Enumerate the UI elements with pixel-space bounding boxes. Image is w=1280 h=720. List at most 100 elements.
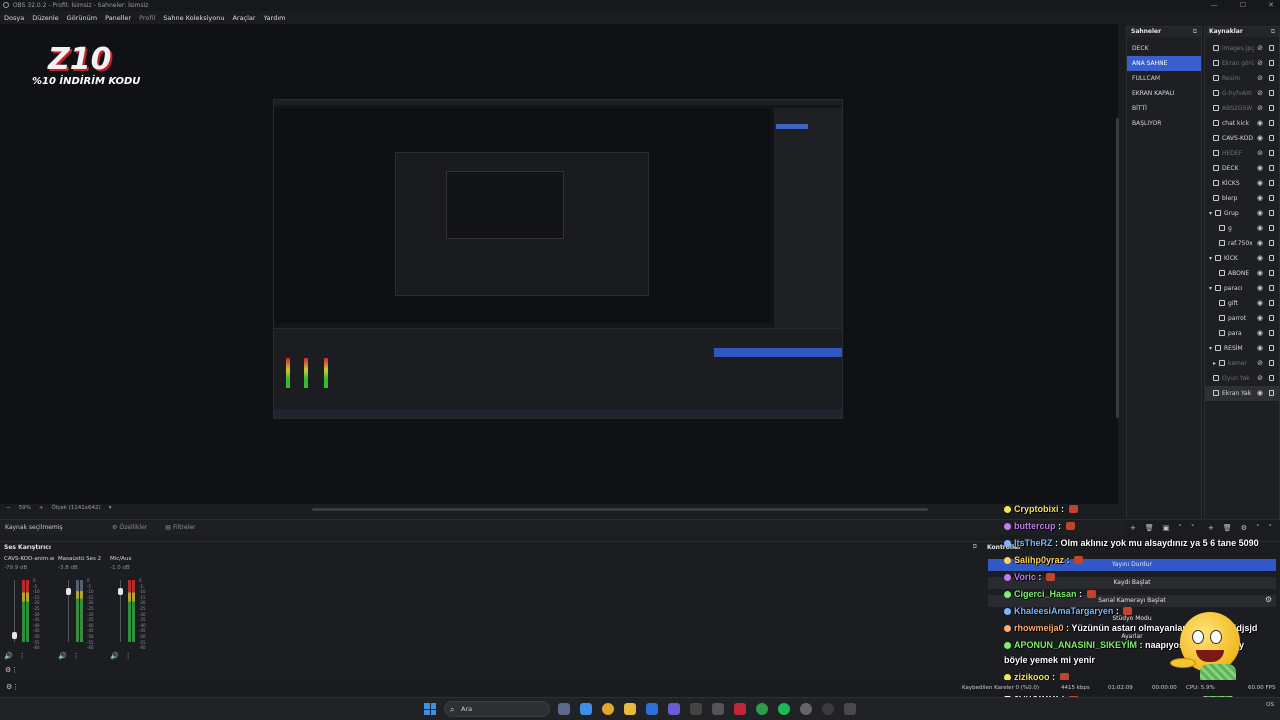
eye-icon[interactable]: ◉ — [1257, 206, 1263, 221]
eye-icon[interactable]: ◉ — [1257, 131, 1263, 146]
kebab-menu-icon[interactable]: ⋮ — [19, 652, 26, 660]
eye-off-icon[interactable]: ⊘ — [1257, 146, 1263, 161]
scene-item-bitti[interactable]: BİTTİ — [1127, 101, 1201, 116]
close-icon[interactable]: ✕ — [1268, 0, 1274, 11]
source-item[interactable]: ▾ paracı ◉ — [1205, 281, 1279, 296]
undock-icon[interactable]: ⧉ — [1271, 27, 1275, 37]
lock-icon[interactable] — [1269, 135, 1274, 141]
filter-icon[interactable]: ▣ — [1163, 524, 1170, 532]
source-item[interactable]: ▾ Grup ◉ — [1205, 206, 1279, 221]
undock-icon[interactable]: ⧉ — [1193, 27, 1197, 37]
speaker-icon[interactable]: 🔊 — [4, 652, 13, 660]
source-item[interactable]: HEDEF ⊘ — [1205, 146, 1279, 161]
lock-icon[interactable] — [1269, 180, 1274, 186]
menu-scene-collection[interactable]: Sahne Koleksiyonu — [163, 12, 224, 24]
source-item[interactable]: images.jpg ⊘ — [1205, 41, 1279, 56]
eye-icon[interactable]: ◉ — [1257, 221, 1263, 236]
lock-icon[interactable] — [1269, 270, 1274, 276]
eye-off-icon[interactable]: ⊘ — [1257, 101, 1263, 116]
system-tray[interactable]: OS — [1266, 701, 1274, 709]
eye-off-icon[interactable]: ⊘ — [1257, 371, 1263, 386]
lock-icon[interactable] — [1269, 150, 1274, 156]
source-item[interactable]: chat kick ◉ — [1205, 116, 1279, 131]
app-icon[interactable] — [690, 703, 702, 715]
minimize-icon[interactable]: — — [1211, 0, 1218, 11]
menu-docks[interactable]: Paneller — [105, 12, 131, 24]
mixer-gear-icon[interactable]: ⚙⋮ — [5, 666, 18, 674]
scene-item-deck[interactable]: DECK — [1127, 41, 1201, 56]
source-item[interactable]: Resim ⊘ — [1205, 71, 1279, 86]
lock-icon[interactable] — [1269, 240, 1274, 246]
eye-off-icon[interactable]: ⊘ — [1257, 56, 1263, 71]
eye-icon[interactable]: ◉ — [1257, 296, 1263, 311]
taskbar-search[interactable]: ⌕ Ara — [444, 701, 550, 717]
whatsapp-icon[interactable] — [756, 703, 768, 715]
menu-file[interactable]: Dosya — [4, 12, 24, 24]
source-item[interactable]: KİCKS ◉ — [1205, 176, 1279, 191]
eye-icon[interactable]: ◉ — [1257, 281, 1263, 296]
scene-item-basliyor[interactable]: BAŞLIYOR — [1127, 116, 1201, 131]
lock-icon[interactable] — [1269, 315, 1274, 321]
source-item[interactable]: ABONE ◉ — [1205, 266, 1279, 281]
eye-icon[interactable]: ◉ — [1257, 311, 1263, 326]
lock-icon[interactable] — [1269, 285, 1274, 291]
lock-icon[interactable] — [1269, 45, 1274, 51]
chevron-down-icon[interactable]: ▾ — [1209, 206, 1212, 221]
eye-icon[interactable]: ◉ — [1257, 236, 1263, 251]
speaker-icon[interactable]: 🔊 — [58, 652, 67, 660]
lock-icon[interactable] — [1269, 375, 1274, 381]
source-item[interactable]: raf.750x ◉ — [1205, 236, 1279, 251]
volume-fader-handle[interactable] — [12, 632, 17, 639]
eye-icon[interactable]: ◉ — [1257, 176, 1263, 191]
gear-icon[interactable]: ⚙ — [1265, 595, 1272, 604]
source-item[interactable]: ▸ kamer ⊘ — [1205, 356, 1279, 371]
lock-icon[interactable] — [1269, 300, 1274, 306]
move-down-icon[interactable]: ˅ — [1191, 524, 1195, 532]
source-item[interactable]: CAVS-KOD ◉ — [1205, 131, 1279, 146]
scale-label[interactable]: Ölçek (1141x642) — [51, 505, 100, 511]
source-item[interactable]: DECK ◉ — [1205, 161, 1279, 176]
source-item[interactable]: ▾ RESİM ◉ — [1205, 341, 1279, 356]
app-icon[interactable] — [800, 703, 812, 715]
stop-stream-button[interactable]: Yayını Durdur — [988, 559, 1276, 571]
task-view-icon[interactable] — [558, 703, 570, 715]
gear-icon[interactable]: ⚙ — [1241, 524, 1247, 532]
spotify-icon[interactable] — [778, 703, 790, 715]
windows-start-icon[interactable] — [424, 703, 436, 715]
app-icon[interactable] — [712, 703, 724, 715]
lock-icon[interactable] — [1269, 195, 1274, 201]
move-up-icon[interactable]: ˄ — [1256, 524, 1260, 532]
menu-edit[interactable]: Düzenle — [32, 12, 58, 24]
zoom-in-button[interactable]: + — [39, 505, 44, 511]
chevron-down-icon[interactable]: ▾ — [1209, 281, 1212, 296]
volume-fader-handle[interactable] — [66, 588, 71, 595]
add-source-icon[interactable]: + — [1208, 524, 1214, 532]
source-item[interactable]: Ekran Yak ◉ — [1205, 386, 1279, 401]
lock-icon[interactable] — [1269, 75, 1274, 81]
eye-icon[interactable]: ◉ — [1257, 116, 1263, 131]
chevron-down-icon[interactable]: ▾ — [109, 505, 112, 511]
lock-icon[interactable] — [1269, 120, 1274, 126]
eye-off-icon[interactable]: ⊘ — [1257, 356, 1263, 371]
zoom-out-button[interactable]: − — [6, 505, 11, 511]
source-item[interactable]: blerp ◉ — [1205, 191, 1279, 206]
eye-icon[interactable]: ◉ — [1257, 191, 1263, 206]
filters-button[interactable]: ▤ Filtreler — [165, 524, 195, 531]
source-item[interactable]: G-hyfvAXI ⊘ — [1205, 86, 1279, 101]
source-item[interactable]: ABS2GSW ⊘ — [1205, 101, 1279, 116]
add-scene-icon[interactable]: + — [1130, 524, 1136, 532]
kebab-menu-icon[interactable]: ⋮ — [125, 652, 132, 660]
eye-icon[interactable]: ◉ — [1257, 341, 1263, 356]
lock-icon[interactable] — [1269, 360, 1274, 366]
edge-icon[interactable] — [646, 703, 658, 715]
scene-item-fullcam[interactable]: FULLCAM — [1127, 71, 1201, 86]
volume-fader-handle[interactable] — [118, 588, 123, 595]
obs-icon[interactable] — [822, 703, 834, 715]
preview-horizontal-scrollbar[interactable] — [312, 508, 928, 511]
lock-icon[interactable] — [1269, 345, 1274, 351]
scene-item-ana-sahne[interactable]: ANA SAHNE — [1127, 56, 1201, 71]
eye-icon[interactable]: ◉ — [1257, 266, 1263, 281]
lock-icon[interactable] — [1269, 165, 1274, 171]
move-up-icon[interactable]: ˄ — [1178, 524, 1182, 532]
lock-icon[interactable] — [1269, 105, 1274, 111]
